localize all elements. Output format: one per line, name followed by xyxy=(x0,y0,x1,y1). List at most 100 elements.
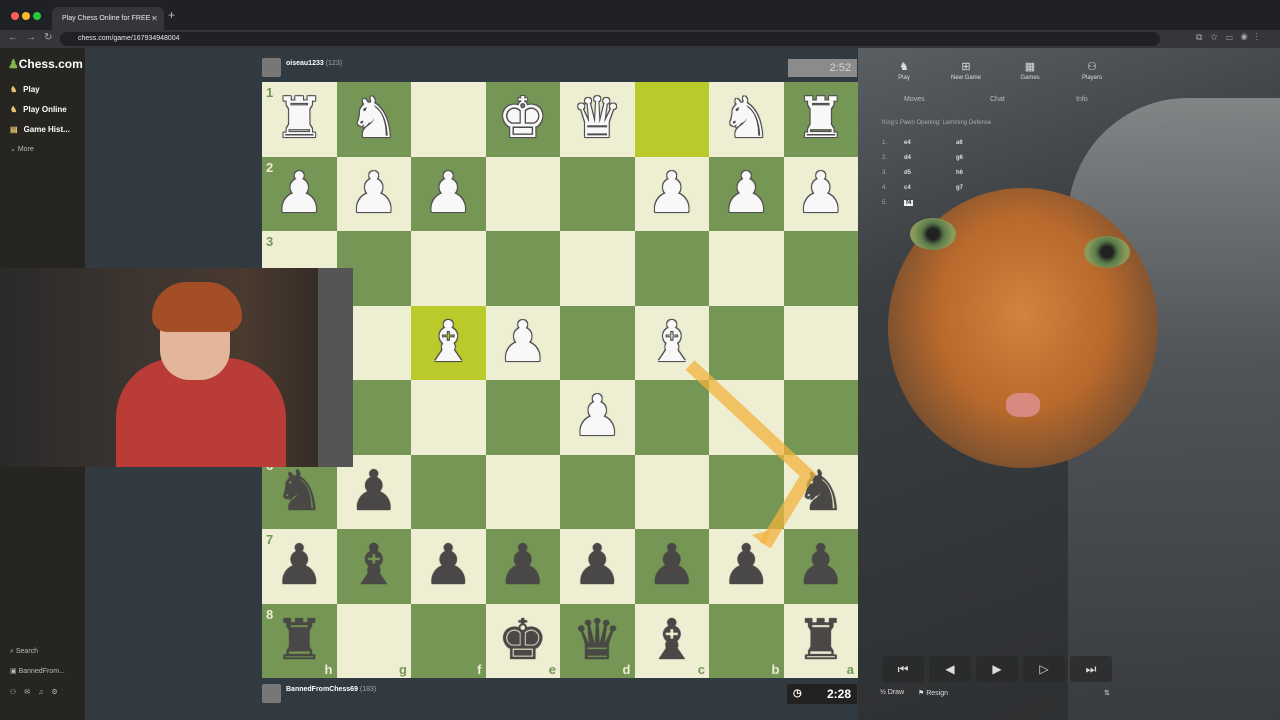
chess-piece[interactable]: ♚ xyxy=(486,82,561,157)
black-move[interactable]: h6 xyxy=(956,170,963,176)
board-square[interactable]: ♞ xyxy=(783,454,859,530)
board-square[interactable]: ♟ xyxy=(485,529,561,604)
board-square[interactable] xyxy=(709,231,784,306)
board-square[interactable]: ♟ 2 xyxy=(262,156,337,231)
board-square[interactable]: ♛ d xyxy=(560,603,635,678)
board-square[interactable] xyxy=(634,231,709,306)
board-square[interactable]: ♟ xyxy=(783,529,858,604)
bell-icon[interactable]: ♫ xyxy=(38,689,51,696)
board-square[interactable]: ♝ xyxy=(634,305,710,381)
chess-piece[interactable]: ♟ xyxy=(635,529,710,604)
opponent-avatar[interactable] xyxy=(262,58,281,77)
board-square[interactable]: ♞ xyxy=(336,82,412,157)
board-square[interactable]: ♛ xyxy=(560,82,635,157)
chess-piece[interactable]: ♞ xyxy=(784,455,859,530)
black-move[interactable]: g7 xyxy=(956,185,963,191)
board-square[interactable]: g xyxy=(336,603,411,678)
board-square[interactable]: ♝ c xyxy=(634,603,709,678)
board-square[interactable]: ♞ xyxy=(709,82,784,157)
chess-piece[interactable]: ♟ xyxy=(486,306,561,381)
board-square[interactable] xyxy=(485,156,560,231)
board-square[interactable] xyxy=(560,156,635,231)
board-square[interactable]: ♟ xyxy=(709,156,784,232)
tab-moves[interactable]: Moves xyxy=(904,96,925,103)
tab-info[interactable]: Info xyxy=(1076,96,1088,103)
close-window-button[interactable] xyxy=(11,12,19,20)
board-square[interactable]: ♝ xyxy=(336,529,411,604)
player-avatar[interactable] xyxy=(262,684,281,703)
chess-piece[interactable]: ♟ xyxy=(560,380,635,455)
browser-toolbar-icons[interactable]: ⧉☆▭◉⋮ xyxy=(1196,32,1266,43)
chess-piece[interactable]: ♝ xyxy=(635,306,710,381)
sidebar-item-play[interactable]: ♞ Play xyxy=(10,85,40,94)
white-move[interactable]: f4 xyxy=(904,200,914,206)
board-square[interactable] xyxy=(411,82,486,157)
next-move-button[interactable]: ▶ xyxy=(976,656,1018,682)
board-square[interactable] xyxy=(485,454,560,529)
board-square[interactable]: ♜ 1 xyxy=(262,82,337,157)
draw-button[interactable]: ½ Draw xyxy=(880,689,904,696)
board-square[interactable]: ♟ 7 xyxy=(262,529,337,604)
new-tab-button[interactable]: + xyxy=(168,8,175,22)
mail-icon[interactable]: ✉ xyxy=(24,689,38,696)
chess-piece[interactable]: ♞ xyxy=(337,82,412,157)
tab-games[interactable]: ▦ Games xyxy=(1000,60,1060,81)
back-icon[interactable]: ← xyxy=(8,32,18,43)
tab-chat[interactable]: Chat xyxy=(990,96,1005,103)
chess-piece[interactable]: ♟ xyxy=(411,157,486,232)
chess-piece[interactable]: ♟ xyxy=(486,529,561,604)
sidebar-item-game-history[interactable]: ▤ Game Hist... xyxy=(10,125,70,134)
board-square[interactable]: ♜ a xyxy=(783,603,858,678)
black-move[interactable]: a6 xyxy=(956,140,963,146)
forward-icon[interactable]: → xyxy=(26,32,36,43)
reload-icon[interactable]: ↻ xyxy=(44,32,52,43)
last-move-button[interactable]: ⏭ xyxy=(1070,656,1112,682)
board-square[interactable]: ♟ xyxy=(709,529,784,604)
white-move[interactable]: e4 xyxy=(904,140,911,146)
opponent-label[interactable]: oiseau1233 (123) xyxy=(286,60,342,67)
chess-piece[interactable]: ♜ xyxy=(784,82,859,157)
board-square[interactable] xyxy=(485,380,560,455)
board-square[interactable]: ♟ xyxy=(783,156,859,232)
chess-piece[interactable]: ♞ xyxy=(709,82,784,157)
white-move[interactable]: d5 xyxy=(904,170,911,176)
board-square[interactable]: ♚ e xyxy=(485,603,560,678)
board-square[interactable] xyxy=(560,231,635,306)
board-square[interactable] xyxy=(634,82,709,157)
board-square[interactable]: ♚ xyxy=(485,82,561,157)
chess-piece[interactable]: ♟ xyxy=(709,157,784,232)
tab-players[interactable]: ⚇ Players xyxy=(1062,60,1122,81)
board-square[interactable]: ♜ 8 h xyxy=(262,603,337,678)
chess-piece[interactable]: ♟ xyxy=(337,157,412,232)
board-square[interactable]: ♜ xyxy=(783,82,859,157)
chess-piece[interactable]: ♟ xyxy=(784,157,859,232)
white-move[interactable]: d4 xyxy=(904,155,911,161)
board-square[interactable] xyxy=(411,454,486,529)
close-tab-icon[interactable]: ✕ xyxy=(151,7,158,30)
sidebar-footer-icons[interactable]: ⚇✉♫⚙ xyxy=(10,688,66,696)
board-square[interactable]: ♟ xyxy=(560,380,635,455)
chess-piece[interactable]: ♟ xyxy=(635,157,710,232)
board-square[interactable]: ♟ xyxy=(336,156,412,232)
tab-new-game[interactable]: ⊞ New Game xyxy=(936,60,996,81)
url-input[interactable]: chess.com/game/167934948004 xyxy=(60,32,1160,46)
previous-move-button[interactable]: ◀ xyxy=(929,656,971,682)
sidebar-user[interactable]: ▣ BannedFrom... xyxy=(10,667,65,675)
sidebar-more[interactable]: ⌄ More xyxy=(10,145,34,153)
chess-piece[interactable]: ♟ xyxy=(411,529,486,604)
board-square[interactable]: ♟ xyxy=(634,529,710,604)
board-square[interactable] xyxy=(783,305,858,380)
player-label[interactable]: BannedFromChess69 (183) xyxy=(286,686,376,693)
friends-icon[interactable]: ⚇ xyxy=(10,689,24,696)
maximize-window-button[interactable] xyxy=(33,12,41,20)
chess-piece[interactable]: ♝ xyxy=(411,306,486,381)
board-square[interactable]: ♟ xyxy=(560,529,635,604)
white-move[interactable]: c4 xyxy=(904,185,911,191)
chess-piece[interactable]: ♟ xyxy=(709,529,784,604)
gear-icon[interactable]: ⚙ xyxy=(51,689,65,696)
board-square[interactable] xyxy=(560,305,635,380)
first-move-button[interactable]: ⏮ xyxy=(882,656,924,682)
chess-piece[interactable]: ♛ xyxy=(560,82,635,157)
sidebar-search[interactable]: ⌕ Search xyxy=(10,648,38,656)
board-square[interactable]: b xyxy=(709,603,784,678)
